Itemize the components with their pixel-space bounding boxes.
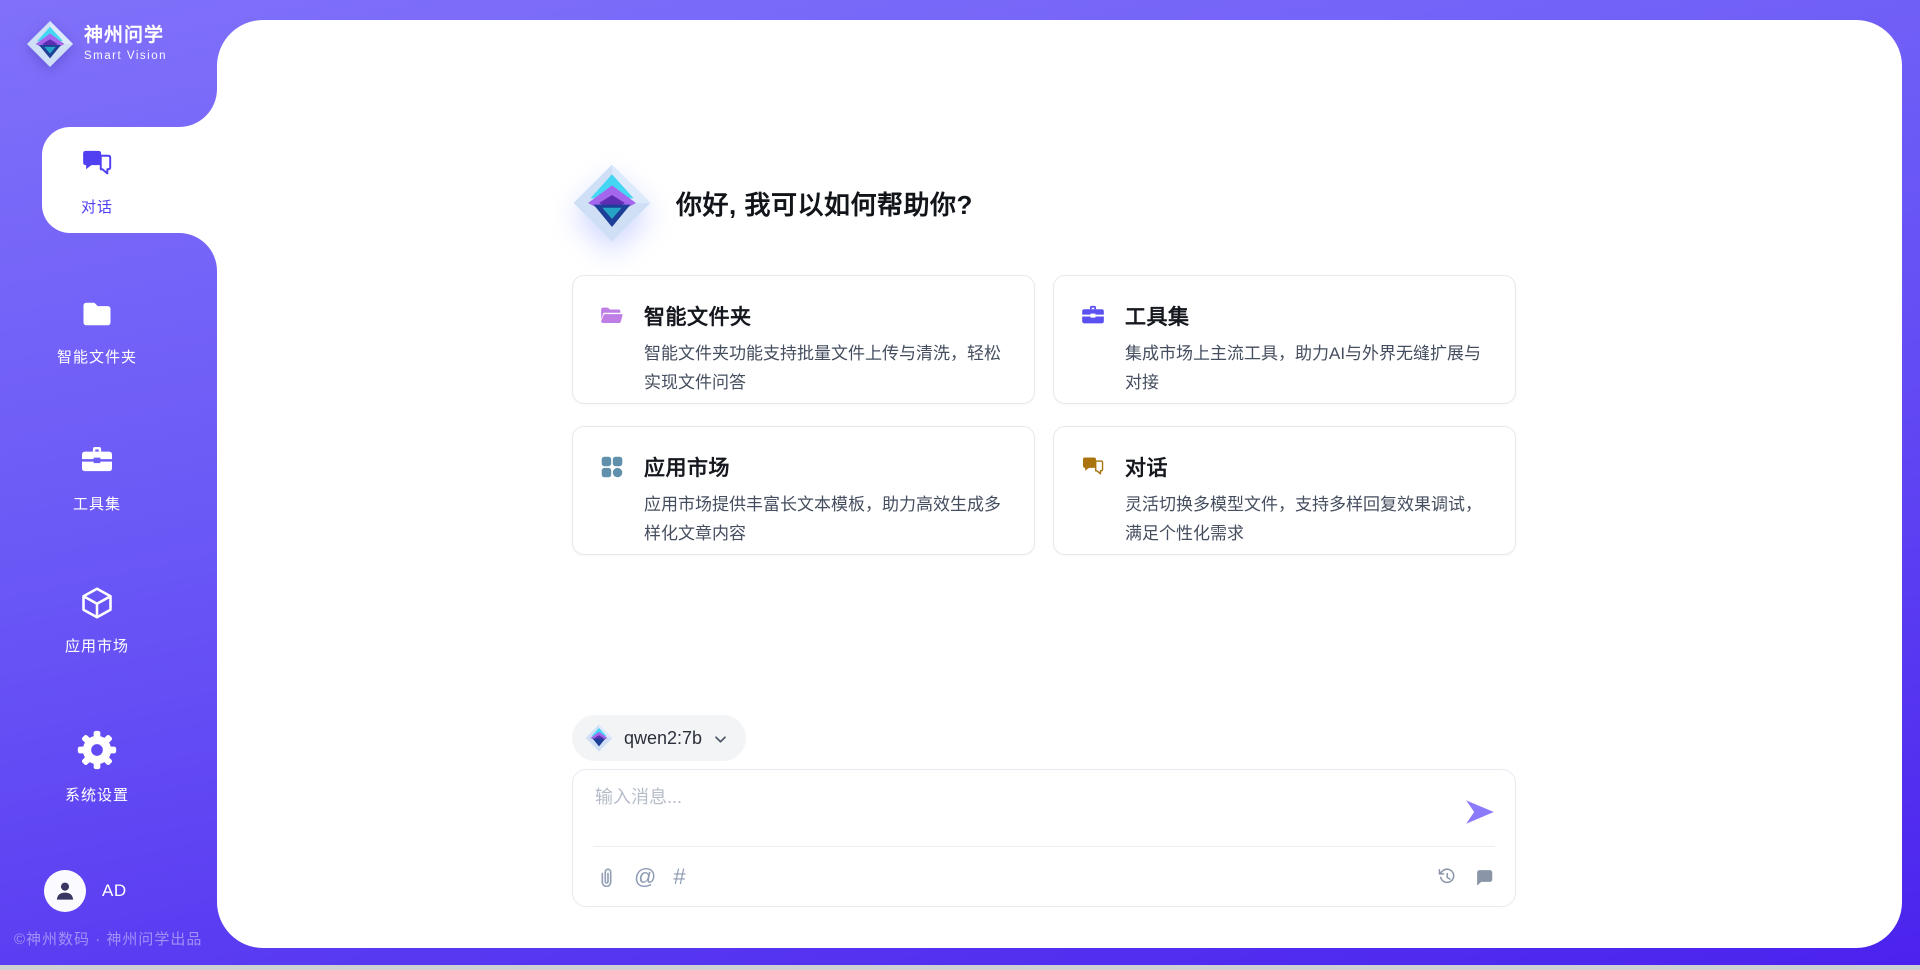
user-chip[interactable]: AD	[44, 870, 127, 912]
gear-icon	[77, 730, 117, 770]
card-description: 灵活切换多模型文件，支持多样回复效果调试，满足个性化需求	[1125, 490, 1491, 548]
card-toolkit[interactable]: 工具集 集成市场上主流工具，助力AI与外界无缝扩展与对接	[1053, 275, 1516, 404]
chat-icon	[79, 146, 115, 182]
history-button[interactable]	[1436, 866, 1458, 888]
feedback-button[interactable]	[1473, 866, 1495, 888]
hashtag-icon[interactable]: #	[673, 866, 685, 888]
main-panel: 你好, 我可以如何帮助你? 智能文件夹 智能文件夹功能支持批量文件上传与清洗，轻…	[217, 20, 1902, 948]
greeting-diamond-icon	[572, 163, 652, 243]
message-input[interactable]	[595, 783, 1425, 839]
brand-name: 神州问学	[84, 26, 167, 47]
feature-cards: 智能文件夹 智能文件夹功能支持批量文件上传与清洗，轻松实现文件问答 工具集 集成…	[572, 275, 1516, 555]
sidebar-item-app-market[interactable]: 应用市场	[0, 585, 194, 656]
copyright-text: ©神州数码 · 神州问学出品	[14, 928, 202, 949]
brand-subtitle: Smart Vision	[84, 50, 167, 63]
briefcase-icon	[79, 443, 115, 479]
folder-icon	[79, 296, 115, 332]
message-composer: @ #	[572, 769, 1516, 907]
attachment-button[interactable]	[595, 866, 617, 888]
sidebar-item-chat[interactable]: 对话	[0, 146, 194, 217]
grid-icon	[599, 454, 625, 480]
card-title: 智能文件夹	[644, 301, 752, 331]
card-smart-folder[interactable]: 智能文件夹 智能文件夹功能支持批量文件上传与清洗，轻松实现文件问答	[572, 275, 1035, 404]
sidebar-item-toolkit[interactable]: 工具集	[0, 443, 194, 514]
greeting-block: 你好, 我可以如何帮助你?	[572, 163, 973, 243]
card-title: 工具集	[1125, 301, 1190, 331]
card-title: 应用市场	[644, 452, 730, 482]
sidebar-item-settings[interactable]: 系统设置	[0, 730, 194, 805]
chevron-down-icon	[713, 732, 728, 747]
user-name: AD	[102, 881, 127, 901]
brand-logo-block: 神州问学 Smart Vision	[26, 20, 167, 68]
mention-icon[interactable]: @	[634, 866, 656, 888]
paperclip-icon	[596, 866, 617, 887]
chat-bubble-icon	[1473, 866, 1495, 888]
sidebar: 神州问学 Smart Vision 对话 智能文件夹 工具集	[0, 0, 217, 970]
card-description: 应用市场提供丰富长文本模板，助力高效生成多样化文章内容	[644, 490, 1010, 548]
briefcase-icon	[1080, 303, 1106, 329]
card-dialog[interactable]: 对话 灵活切换多模型文件，支持多样回复效果调试，满足个性化需求	[1053, 426, 1516, 555]
folder-open-icon	[599, 303, 625, 329]
card-description: 集成市场上主流工具，助力AI与外界无缝扩展与对接	[1125, 339, 1491, 397]
tab-flare-top	[179, 89, 217, 127]
model-diamond-icon	[585, 724, 613, 752]
model-selector[interactable]: qwen2:7b	[572, 715, 746, 761]
brand-diamond-icon	[26, 20, 74, 68]
history-icon	[1436, 866, 1458, 888]
sidebar-item-smart-folder[interactable]: 智能文件夹	[0, 296, 194, 367]
sidebar-item-label: 智能文件夹	[0, 346, 194, 367]
card-app-market[interactable]: 应用市场 应用市场提供丰富长文本模板，助力高效生成多样化文章内容	[572, 426, 1035, 555]
sidebar-item-label: 系统设置	[0, 784, 194, 805]
sidebar-item-label: 应用市场	[0, 635, 194, 656]
sidebar-item-label: 工具集	[0, 493, 194, 514]
tab-flare-bottom	[179, 233, 217, 271]
greeting-title: 你好, 我可以如何帮助你?	[676, 185, 973, 222]
sidebar-item-label: 对话	[0, 196, 194, 217]
model-name: qwen2:7b	[624, 728, 702, 749]
bottom-edge-strip	[0, 965, 1920, 970]
person-icon	[52, 878, 78, 904]
send-icon[interactable]	[1463, 795, 1497, 829]
card-description: 智能文件夹功能支持批量文件上传与清洗，轻松实现文件问答	[644, 339, 1010, 397]
cube-icon	[79, 585, 115, 621]
chat-icon	[1080, 454, 1106, 480]
card-title: 对话	[1125, 452, 1168, 482]
avatar	[44, 870, 86, 912]
